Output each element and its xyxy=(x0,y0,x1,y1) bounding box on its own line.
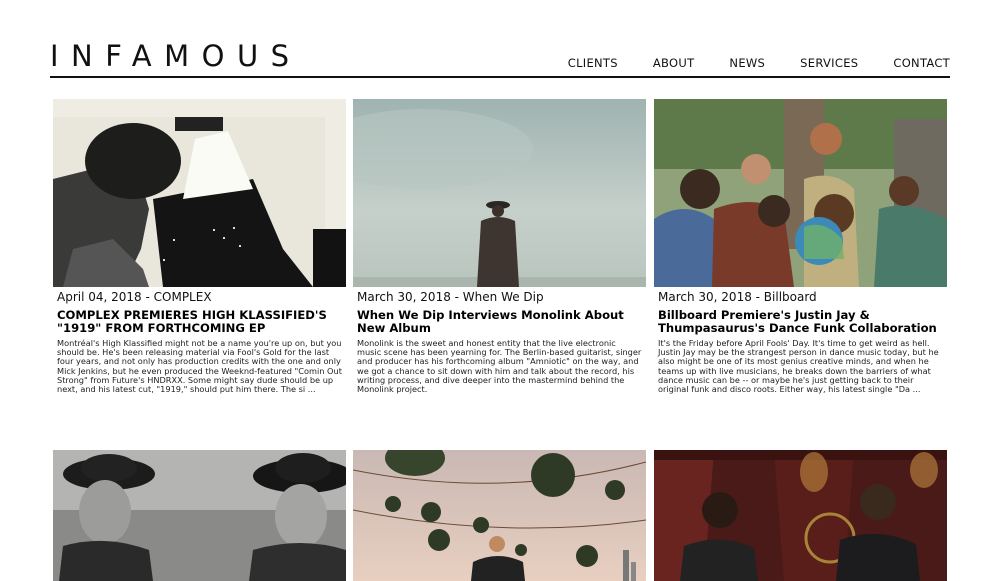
article-image[interactable] xyxy=(654,450,947,581)
article-excerpt: Montréal's High Klassified might not be … xyxy=(57,338,342,395)
article-image[interactable] xyxy=(53,450,346,581)
article-image[interactable] xyxy=(654,99,947,287)
news-card[interactable] xyxy=(654,450,947,581)
article-title[interactable]: COMPLEX PREMIERES HIGH KLASSIFIED'S "191… xyxy=(57,309,342,334)
article-image[interactable] xyxy=(353,99,646,287)
news-card[interactable]: April 04, 2018 - COMPLEX COMPLEX PREMIER… xyxy=(53,99,346,394)
article-image[interactable] xyxy=(353,450,646,581)
band-photo-image xyxy=(654,99,947,287)
site-logo[interactable]: INFAMOUS xyxy=(50,40,302,72)
news-card[interactable]: March 30, 2018 - Billboard Billboard Pre… xyxy=(654,99,947,394)
article-meta: March 30, 2018 - Billboard xyxy=(658,290,817,304)
article-meta: March 30, 2018 - When We Dip xyxy=(357,290,544,304)
article-image[interactable] xyxy=(53,99,346,287)
nav-clients[interactable]: CLIENTS xyxy=(568,56,618,70)
article-title[interactable]: Billboard Premiere's Justin Jay & Thumpa… xyxy=(658,309,943,334)
nav-about[interactable]: ABOUT xyxy=(653,56,695,70)
duo-curtain-photo-image xyxy=(654,450,947,581)
news-card[interactable] xyxy=(353,450,646,581)
nav-services[interactable]: SERVICES xyxy=(800,56,858,70)
collage-image xyxy=(53,99,346,287)
article-excerpt: Monolink is the sweet and honest entity … xyxy=(357,338,642,395)
sky-portrait-image xyxy=(353,99,646,287)
nav-news[interactable]: NEWS xyxy=(729,56,765,70)
article-meta: April 04, 2018 - COMPLEX xyxy=(57,290,212,304)
main-nav: CLIENTS ABOUT NEWS SERVICES CONTACT xyxy=(568,56,950,70)
nav-contact[interactable]: CONTACT xyxy=(893,56,950,70)
article-title[interactable]: When We Dip Interviews Monolink About Ne… xyxy=(357,309,642,334)
outdoor-show-image xyxy=(353,450,646,581)
article-excerpt: It's the Friday before April Fools' Day.… xyxy=(658,338,939,395)
site-header: INFAMOUS CLIENTS ABOUT NEWS SERVICES CON… xyxy=(50,38,950,78)
duo-bw-photo-image xyxy=(53,450,346,581)
news-card[interactable]: March 30, 2018 - When We Dip When We Dip… xyxy=(353,99,646,394)
news-card[interactable] xyxy=(53,450,346,581)
